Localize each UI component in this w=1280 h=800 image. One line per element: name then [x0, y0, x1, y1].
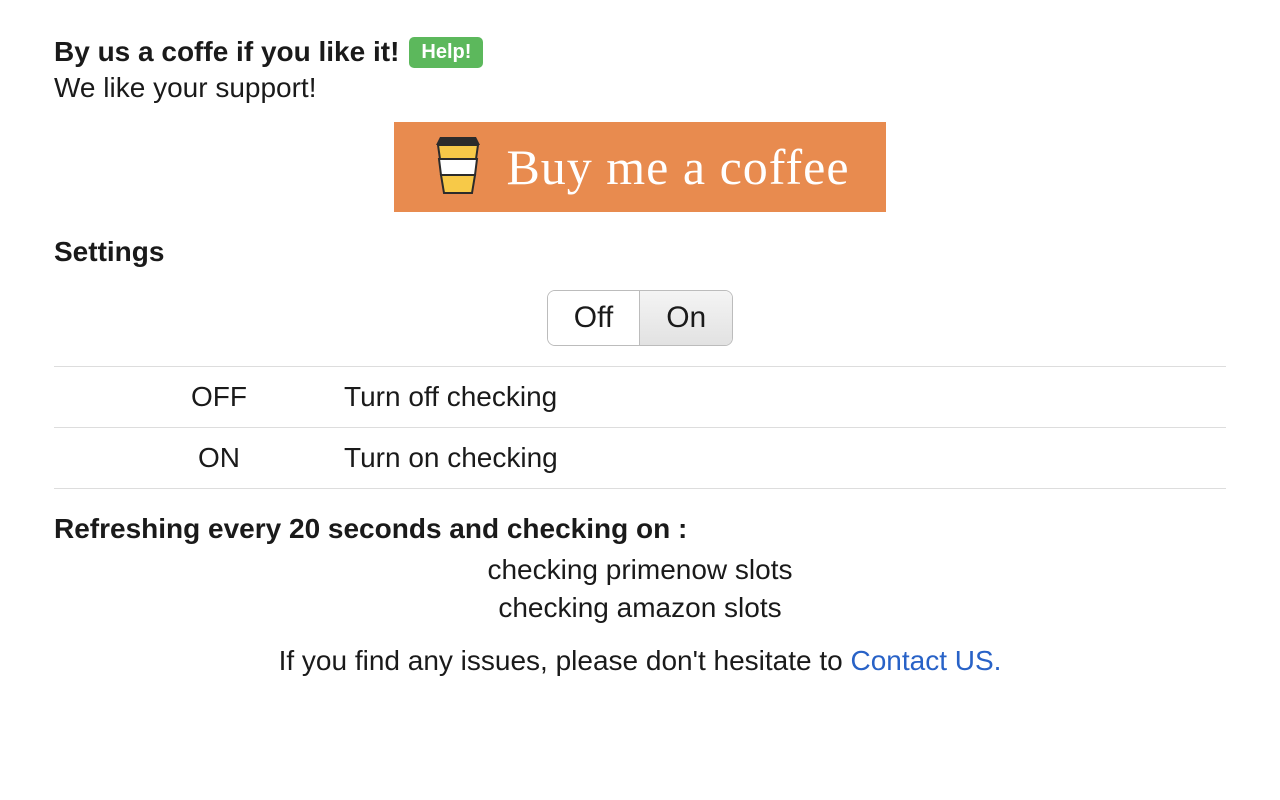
settings-heading: Settings [54, 236, 1226, 268]
status-line-primenow: checking primenow slots [54, 551, 1226, 589]
contact-line: If you find any issues, please don't hes… [54, 645, 1226, 677]
contact-us-link[interactable]: Contact US. [850, 645, 1001, 676]
support-title: By us a coffe if you like it! [54, 36, 399, 68]
help-badge[interactable]: Help! [409, 37, 483, 68]
toggle-off[interactable]: Off [548, 291, 639, 345]
row-off-desc: Turn off checking [344, 381, 1226, 413]
row-off-key: OFF [54, 381, 344, 413]
toggle-on[interactable]: On [639, 291, 732, 345]
support-subtitle: We like your support! [54, 72, 1226, 104]
contact-prefix: If you find any issues, please don't hes… [279, 645, 851, 676]
row-on-key: ON [54, 442, 344, 474]
status-heading: Refreshing every 20 seconds and checking… [54, 513, 1226, 545]
buy-coffee-label: Buy me a coffee [506, 138, 849, 196]
buy-coffee-banner[interactable]: Buy me a coffee [394, 122, 885, 212]
status-line-amazon: checking amazon slots [54, 589, 1226, 627]
coffee-cup-icon [430, 133, 486, 202]
table-row: ON Turn on checking [54, 428, 1226, 489]
off-on-toggle[interactable]: Off On [547, 290, 734, 346]
table-row: OFF Turn off checking [54, 367, 1226, 428]
row-on-desc: Turn on checking [344, 442, 1226, 474]
